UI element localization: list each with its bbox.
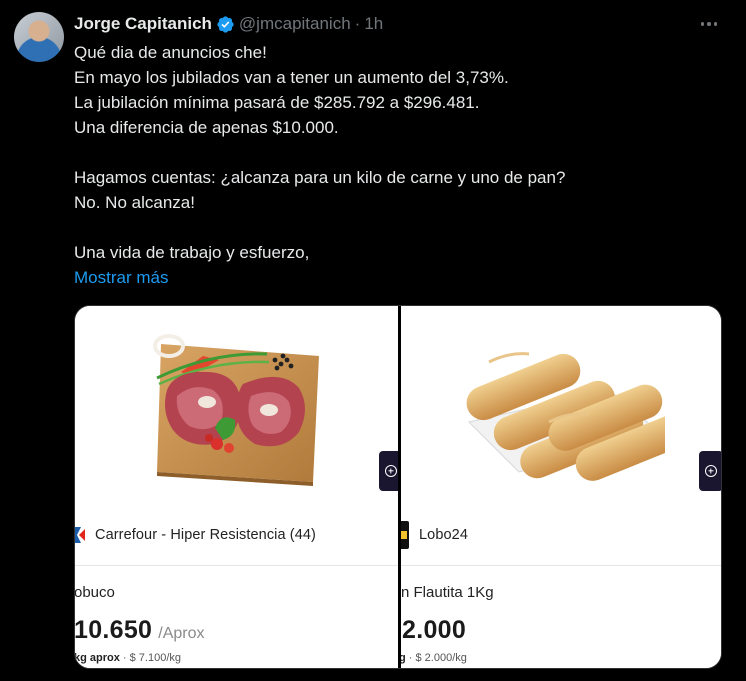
- price-row: 10.650 /Aprox: [75, 616, 205, 645]
- price-per-kg: g · $ 2.000/kg: [401, 652, 467, 664]
- bread-product-image: [466, 352, 665, 481]
- price-per-kg: kg aprox · $ 7.100/kg: [75, 652, 181, 664]
- tweet-line: En mayo los jubilados van a tener un aum…: [74, 68, 509, 87]
- sub-price-value: · $ 7.100/kg: [119, 652, 182, 664]
- sub-price-value: · $ 2.000/kg: [405, 652, 467, 664]
- product-name: n Flautita 1Kg: [401, 584, 494, 601]
- tweet-line: Hagamos cuentas: ¿alcanza para un kilo d…: [74, 168, 566, 187]
- tweet-line: Una diferencia de apenas $10.000.: [74, 118, 339, 137]
- verified-badge-icon: [217, 15, 234, 33]
- tweet-line: Qué dia de anuncios che!: [74, 43, 267, 62]
- lobo24-logo-icon: [401, 521, 409, 549]
- price-unit: /Aprox: [158, 625, 205, 642]
- product-price: 10.650: [75, 616, 153, 644]
- store-name: Lobo24: [419, 527, 468, 543]
- meat-product-image: [153, 334, 319, 486]
- timestamp[interactable]: 1h: [364, 14, 383, 34]
- tweet-line: La jubilación mínima pasará de $285.792 …: [74, 93, 480, 112]
- media-gallery[interactable]: Carrefour - Hiper Resistencia (44) obuco…: [74, 305, 722, 669]
- carrefour-logo-icon: [75, 521, 85, 549]
- more-options-icon[interactable]: [698, 15, 720, 33]
- store-name: Carrefour - Hiper Resistencia (44): [95, 527, 316, 543]
- author-handle[interactable]: @jmcapitanich: [239, 14, 351, 34]
- author-name[interactable]: Jorge Capitanich: [74, 14, 212, 34]
- store-row: Lobo24: [401, 521, 468, 549]
- divider-line: [401, 565, 721, 566]
- add-circle-icon: [705, 465, 717, 477]
- carousel-next-button[interactable]: [699, 451, 721, 491]
- divider-line: [75, 565, 398, 566]
- tweet-line: No. No alcanza!: [74, 193, 195, 212]
- store-row: Carrefour - Hiper Resistencia (44): [75, 521, 316, 549]
- show-more-link[interactable]: Mostrar más: [74, 265, 168, 290]
- product-name: obuco: [75, 584, 115, 601]
- avatar[interactable]: [14, 12, 64, 62]
- add-circle-icon: [385, 465, 397, 477]
- tweet-text: Qué dia de anuncios che! En mayo los jub…: [74, 40, 724, 265]
- separator-dot: ·: [354, 14, 361, 33]
- tweet-line: Una vida de trabajo y esfuerzo,: [74, 243, 310, 262]
- product-price: 2.000: [402, 616, 467, 644]
- tweet-header: Jorge Capitanich @jmcapitanich · 1h: [74, 13, 383, 35]
- sub-price-label: kg aprox: [75, 652, 120, 664]
- media-item-left[interactable]: Carrefour - Hiper Resistencia (44) obuco…: [75, 306, 398, 668]
- carousel-next-button[interactable]: [379, 451, 398, 491]
- media-item-right[interactable]: Lobo24 n Flautita 1Kg 2.000 g · $ 2.000/…: [401, 306, 721, 668]
- price-row: 2.000: [402, 616, 466, 645]
